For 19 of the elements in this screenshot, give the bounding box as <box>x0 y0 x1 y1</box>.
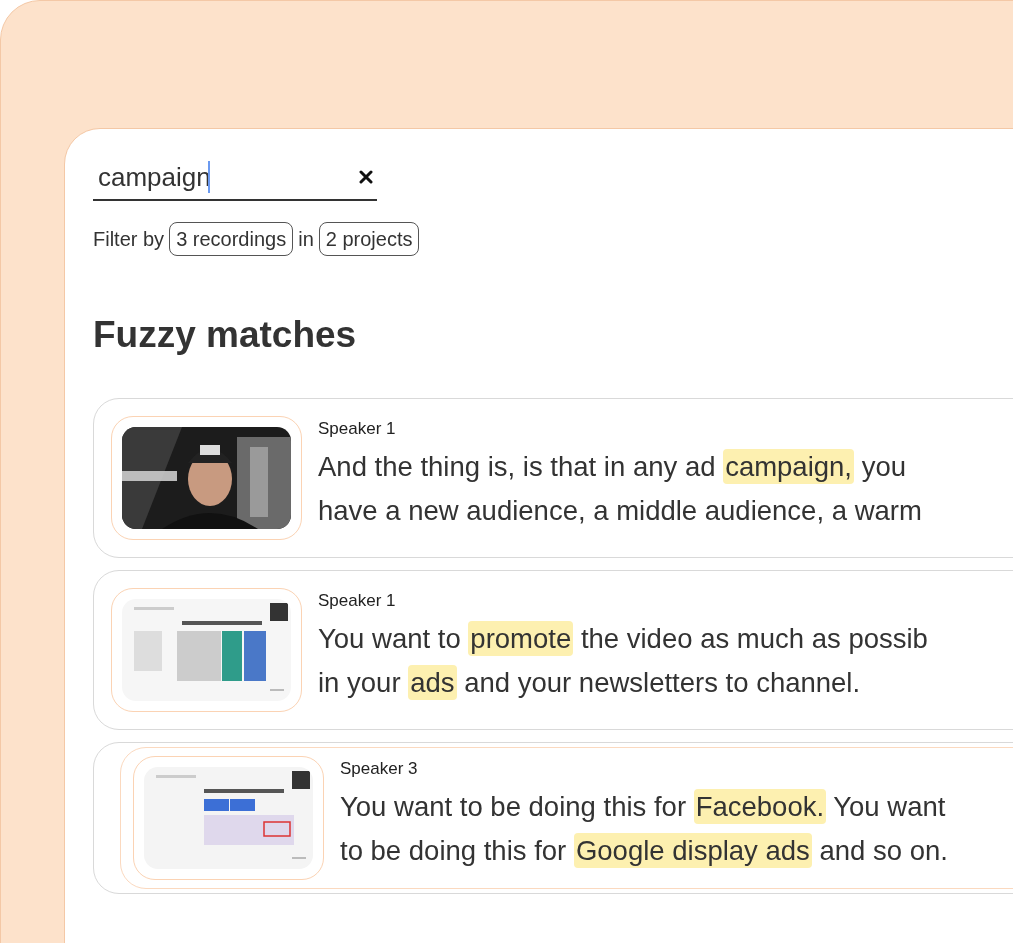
transcript-line: have a new audience, a middle audience, a warm <box>318 494 922 528</box>
transcript-line: And the thing is, is that in any ad campaign, you <box>318 448 907 486</box>
filter-label: in <box>298 227 314 251</box>
match-card[interactable]: Speaker 1 And the thing is, is that in any ad campaign, you have a new audience, a middle audience, a warm <box>93 398 1013 558</box>
transcript-line: You want to be doing this for Facebook. You want <box>340 788 947 826</box>
match-card[interactable]: Speaker 1 You want to promote the video as much as possib in your ads and your newsletters to channel. <box>93 570 1013 730</box>
filter-label: Filter by <box>93 227 165 251</box>
transcript-line: You want to promote the video as much as possib <box>318 620 928 658</box>
speaker-name: Speaker 3 <box>340 759 419 779</box>
speaker-name: Speaker 1 <box>318 591 397 611</box>
recordings-filter[interactable]: 3 recordings <box>169 222 294 256</box>
projects-filter[interactable]: 2 projects <box>318 222 420 256</box>
speaker-name: Speaker 1 <box>318 419 397 439</box>
text-cursor <box>208 161 210 193</box>
transcript-line: in your ads and your newsletters to channel. <box>318 664 862 702</box>
close-icon[interactable] <box>359 170 373 184</box>
section-heading: Fuzzy matches <box>93 314 358 356</box>
match-card[interactable]: Speaker 3 You want to be doing this for Facebook. You want to be doing this for Google display ads and so on. <box>93 742 1013 894</box>
transcript-line: to be doing this for Google display ads and so on. <box>340 832 948 870</box>
